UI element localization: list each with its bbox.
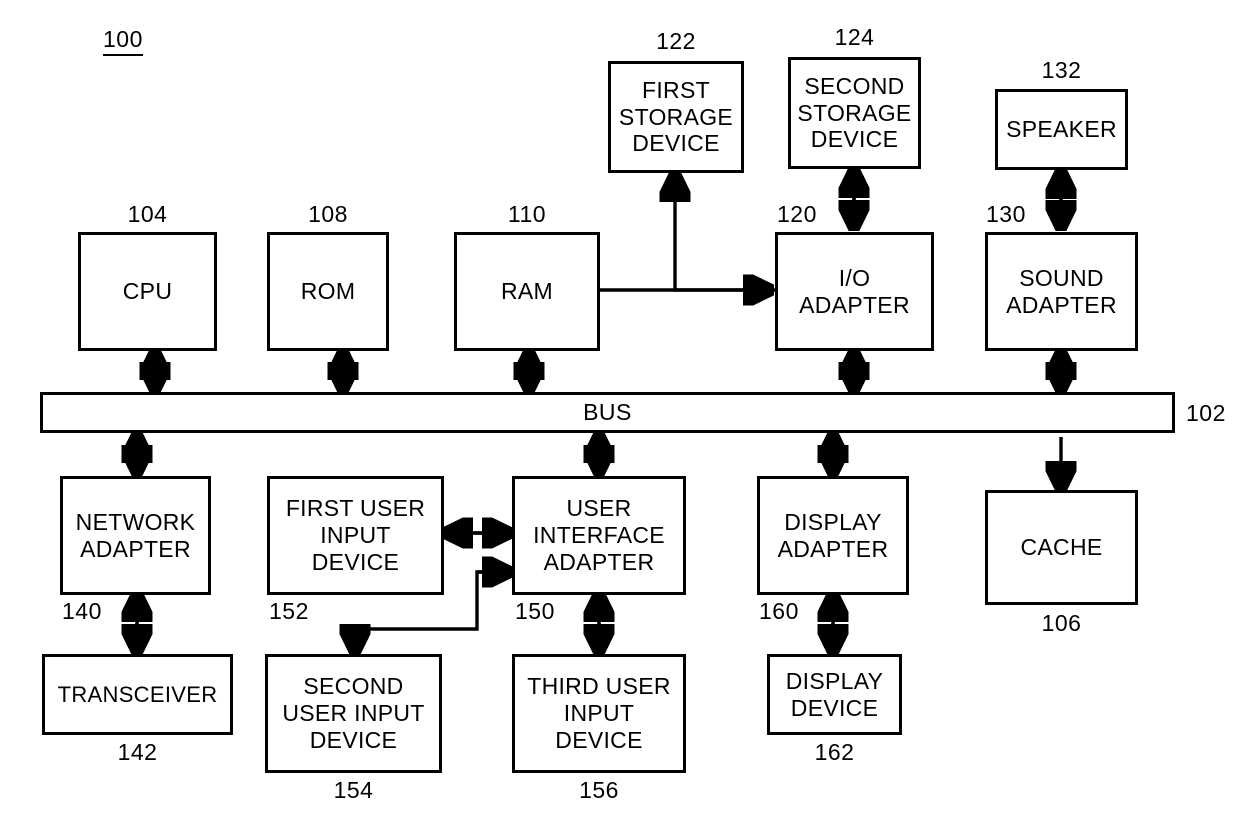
figure-canvas: 100 122 FIRST STORAGE DEVICE 124 SECOND … (0, 0, 1240, 823)
block-speaker[interactable]: SPEAKER (995, 89, 1128, 170)
ref-third-user-input-device: 156 (579, 777, 619, 803)
block-display-adapter[interactable]: DISPLAY ADAPTER (757, 476, 909, 595)
ref-sound-adapter: 130 (986, 201, 1026, 227)
figure-number: 100 (103, 26, 143, 56)
block-second-storage-device[interactable]: SECOND STORAGE DEVICE (788, 57, 921, 169)
ref-rom: 108 (308, 201, 348, 227)
block-first-storage-device[interactable]: FIRST STORAGE DEVICE (608, 61, 744, 173)
block-network-adapter[interactable]: NETWORK ADAPTER (60, 476, 211, 595)
ref-first-user-input-device: 152 (269, 598, 309, 624)
block-display-device[interactable]: DISPLAY DEVICE (767, 654, 902, 735)
ref-cpu: 104 (127, 201, 168, 227)
ref-ram: 110 (507, 201, 547, 227)
ref-cache: 106 (1041, 610, 1082, 636)
ref-second-user-input-device: 154 (333, 777, 374, 803)
block-rom[interactable]: ROM (267, 232, 389, 351)
block-transceiver[interactable]: TRANSCEIVER (42, 654, 233, 735)
block-second-user-input-device[interactable]: SECOND USER INPUT DEVICE (265, 654, 442, 773)
block-bus[interactable]: BUS (40, 392, 1175, 433)
block-sound-adapter[interactable]: SOUND ADAPTER (985, 232, 1138, 351)
block-ram[interactable]: RAM (454, 232, 600, 351)
block-first-user-input-device[interactable]: FIRST USER INPUT DEVICE (267, 476, 444, 595)
block-third-user-input-device[interactable]: THIRD USER INPUT DEVICE (512, 654, 686, 773)
block-cache[interactable]: CACHE (985, 490, 1138, 605)
ref-transceiver: 142 (117, 739, 158, 765)
ref-bus: 102 (1186, 400, 1226, 426)
ref-network-adapter: 140 (62, 598, 102, 624)
wire-io-to-first-storage (675, 176, 775, 292)
ref-speaker: 132 (1041, 57, 1082, 83)
ref-display-device: 162 (814, 739, 855, 765)
ref-user-interface-adapter: 150 (515, 598, 555, 624)
ref-io-adapter: 120 (777, 201, 817, 227)
ref-first-storage-device: 122 (656, 28, 696, 54)
ref-second-storage-device: 124 (834, 24, 875, 50)
ref-display-adapter: 160 (759, 598, 799, 624)
block-io-adapter[interactable]: I/O ADAPTER (775, 232, 934, 351)
block-cpu[interactable]: CPU (78, 232, 217, 351)
block-user-interface-adapter[interactable]: USER INTERFACE ADAPTER (512, 476, 686, 595)
